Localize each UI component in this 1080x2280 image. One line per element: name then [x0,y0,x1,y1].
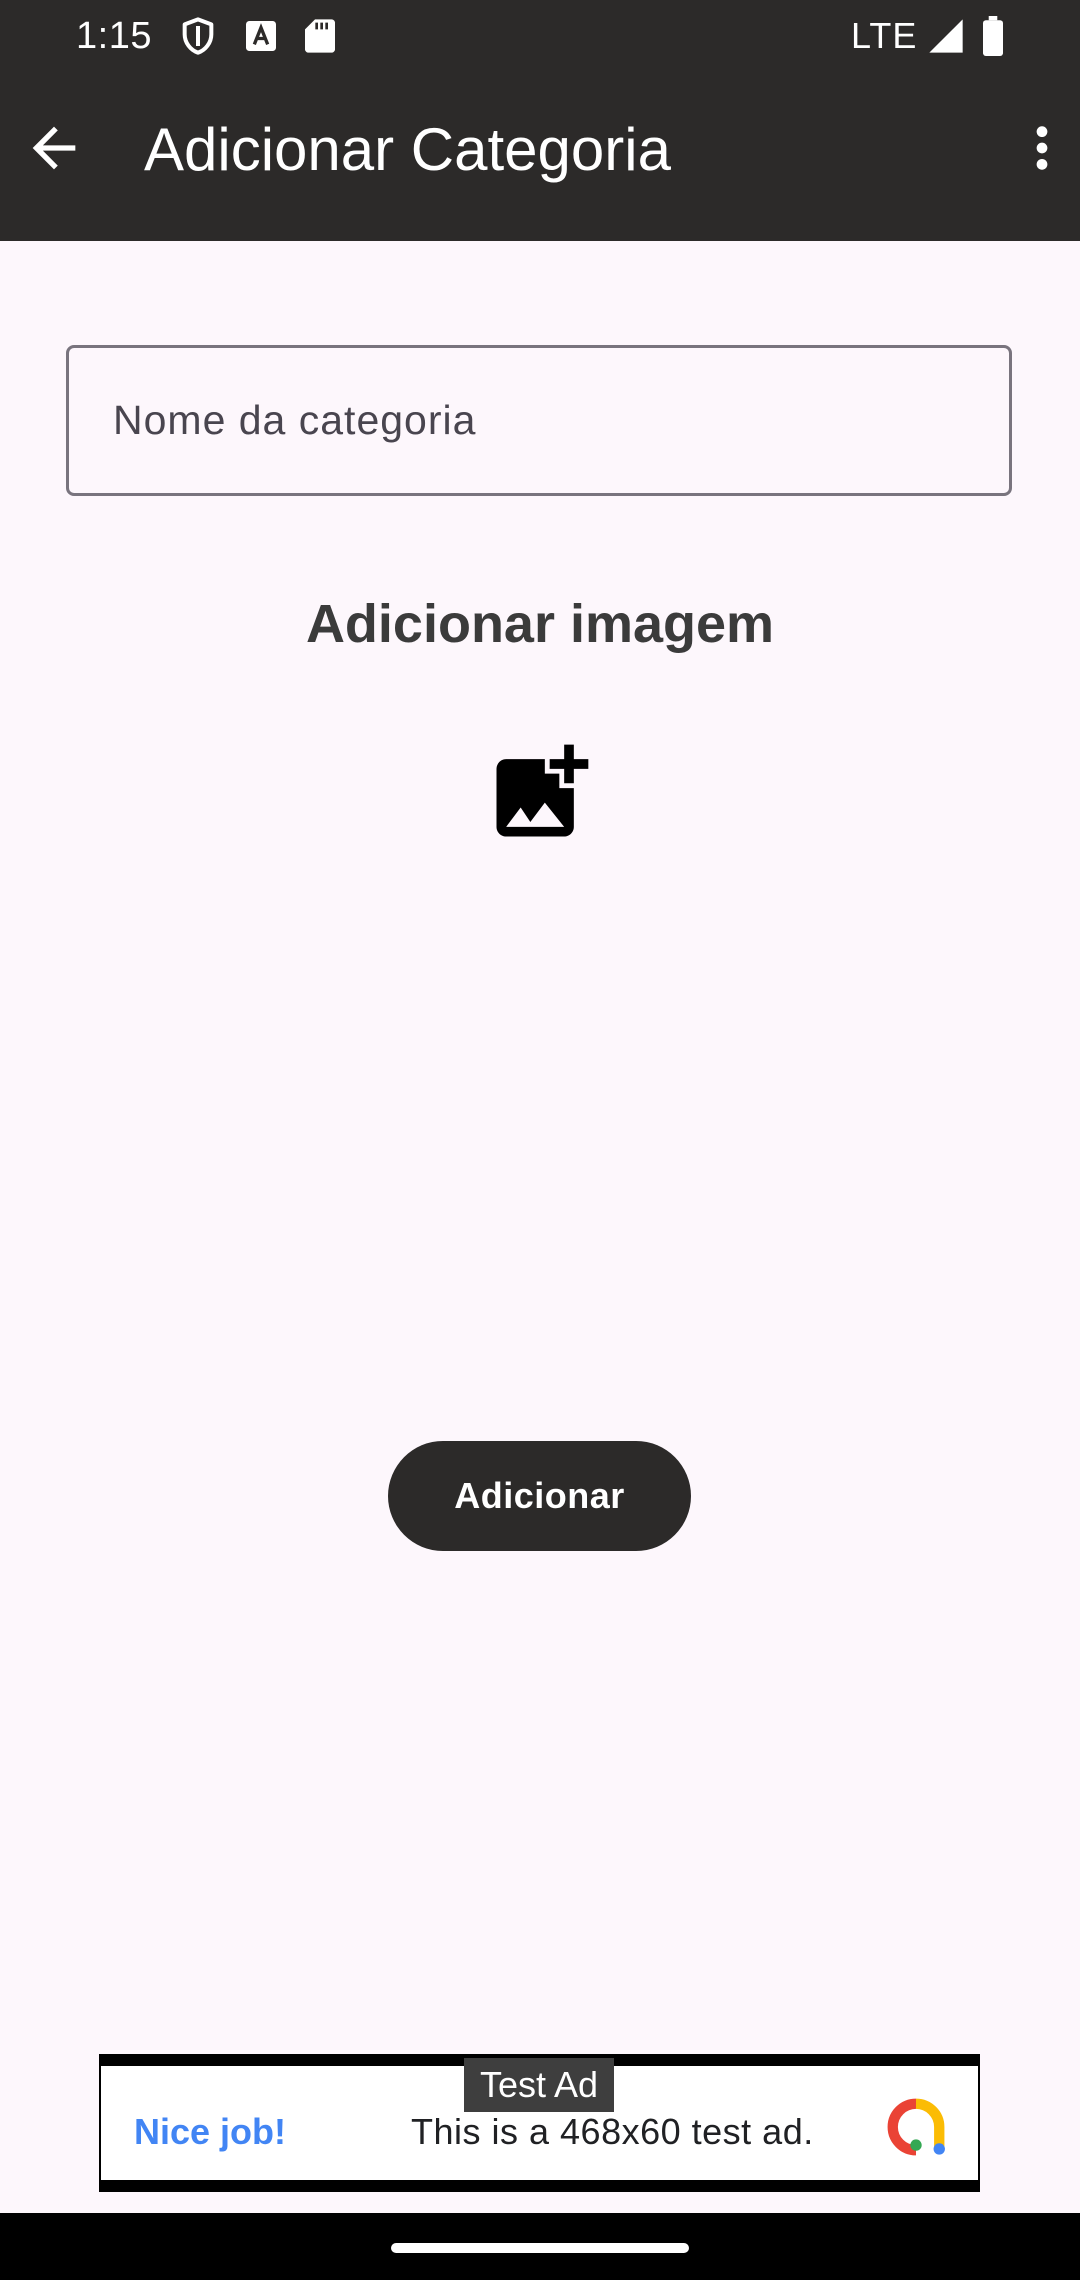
category-name-input[interactable] [66,345,1012,496]
more-vert-icon[interactable] [1014,116,1070,180]
add-image-heading: Adicionar imagem [305,594,775,654]
status-time: 1:15 [76,15,152,57]
app-bar: Adicionar Categoria [0,72,1080,241]
ad-headline[interactable]: Nice job! [134,2110,286,2154]
font-app-icon [246,21,276,51]
signal-icon [929,19,963,53]
test-ad-label: Test Ad [464,2058,614,2112]
sd-card-icon [305,19,335,53]
home-gesture-handle[interactable] [391,2243,689,2253]
add-photo-icon[interactable] [482,735,598,851]
add-button[interactable]: Adicionar [388,1441,691,1551]
shield-icon [182,17,214,55]
battery-icon [983,16,1003,56]
arrow-back-icon[interactable] [22,116,86,180]
network-type: LTE [851,15,918,56]
navigation-bar [0,2213,1080,2280]
status-bar: 1:15 LTE [0,0,1080,72]
ad-body-text[interactable]: This is a 468x60 test ad. [411,2110,814,2154]
page-title: Adicionar Categoria [144,116,671,183]
ad-logo-icon [887,2098,945,2156]
